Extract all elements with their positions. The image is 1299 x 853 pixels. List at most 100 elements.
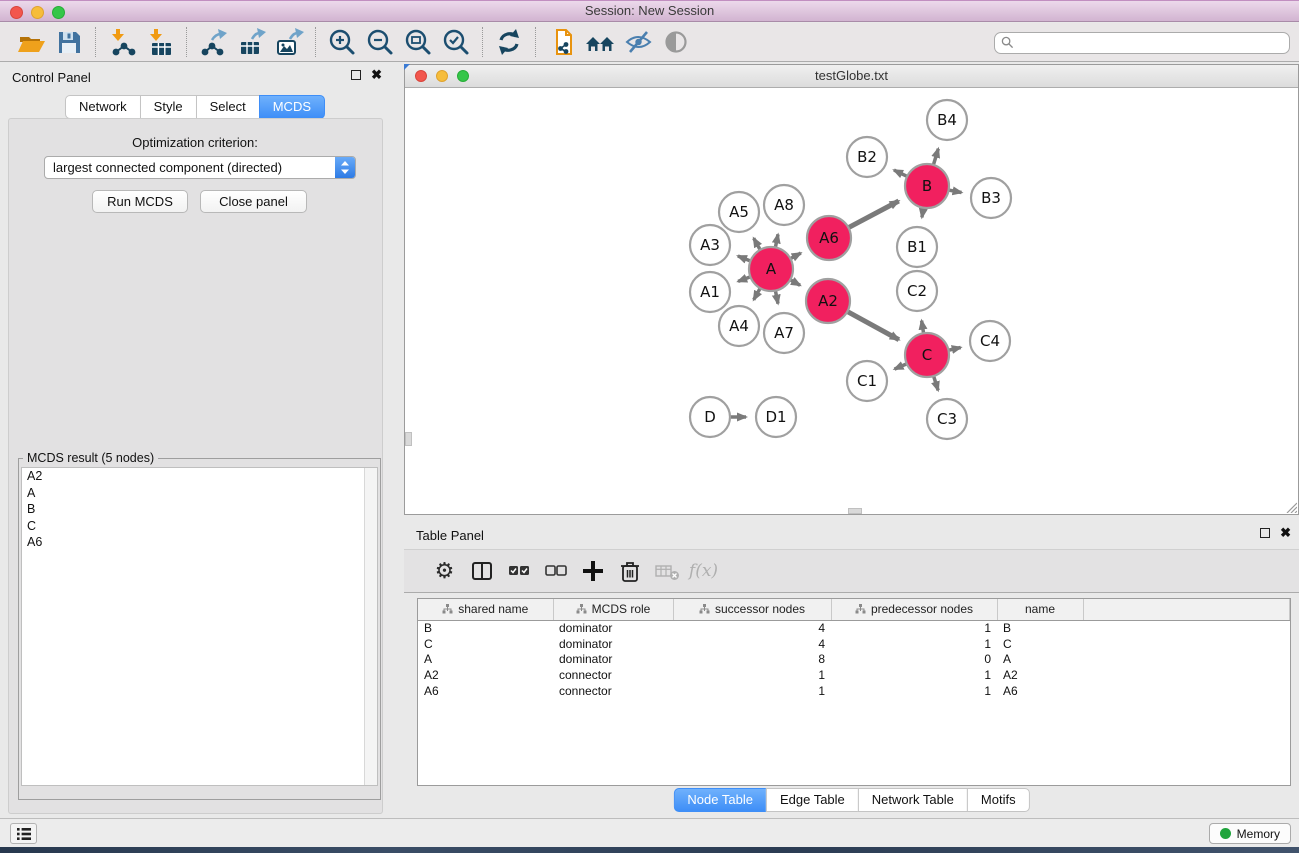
save-session-button[interactable] bbox=[50, 25, 88, 59]
cell-name[interactable]: A2 bbox=[997, 667, 1083, 683]
cell-successor_nodes[interactable]: 8 bbox=[673, 651, 831, 667]
network-maximize-button[interactable] bbox=[457, 70, 469, 82]
tab-edge-table[interactable]: Edge Table bbox=[766, 788, 859, 812]
add-column-button[interactable] bbox=[574, 554, 611, 588]
cell-mcds_role[interactable]: connector bbox=[553, 667, 673, 683]
cell-shared_name[interactable]: B bbox=[418, 620, 553, 636]
tab-style[interactable]: Style bbox=[140, 95, 197, 119]
cell-mcds_role[interactable]: dominator bbox=[553, 636, 673, 652]
cell-name[interactable]: B bbox=[997, 620, 1083, 636]
mcds-result-list[interactable]: A2ABCA6 bbox=[21, 467, 378, 786]
cell-mcds_role[interactable]: dominator bbox=[553, 651, 673, 667]
network-close-button[interactable] bbox=[415, 70, 427, 82]
show-eye-button[interactable] bbox=[657, 25, 695, 59]
tab-motifs[interactable]: Motifs bbox=[967, 788, 1030, 812]
cell-successor_nodes[interactable]: 4 bbox=[673, 620, 831, 636]
result-list-scrollbar[interactable] bbox=[364, 468, 377, 785]
column-header-predecessor-nodes[interactable]: predecessor nodes bbox=[831, 599, 997, 620]
cell-successor_nodes[interactable]: 1 bbox=[673, 667, 831, 683]
search-input[interactable] bbox=[994, 32, 1290, 54]
mcds-result-item[interactable]: C bbox=[22, 518, 377, 535]
table-row[interactable]: Adominator80A bbox=[418, 651, 1290, 667]
network-minimize-button[interactable] bbox=[436, 70, 448, 82]
select-all-button[interactable] bbox=[500, 554, 537, 588]
column-layout-button[interactable] bbox=[463, 554, 500, 588]
run-mcds-button[interactable]: Run MCDS bbox=[92, 190, 188, 213]
home-button[interactable] bbox=[581, 25, 619, 59]
minimize-window-button[interactable] bbox=[31, 6, 44, 19]
cell-empty bbox=[1083, 667, 1290, 683]
close-window-button[interactable] bbox=[10, 6, 23, 19]
zoom-out-button[interactable] bbox=[361, 25, 399, 59]
resize-grip[interactable] bbox=[1283, 499, 1297, 513]
optimization-criterion-select[interactable]: largest connected component (directed) bbox=[44, 156, 356, 179]
hide-glasses-button[interactable] bbox=[619, 25, 657, 59]
task-history-button[interactable] bbox=[10, 823, 37, 844]
cell-shared_name[interactable]: A6 bbox=[418, 683, 553, 699]
float-panel-icon[interactable] bbox=[1260, 528, 1270, 538]
cell-name[interactable]: A bbox=[997, 651, 1083, 667]
cell-mcds_role[interactable]: dominator bbox=[553, 620, 673, 636]
close-panel-icon[interactable]: ✖ bbox=[1280, 528, 1291, 538]
cell-shared_name[interactable]: A bbox=[418, 651, 553, 667]
table-settings-button[interactable]: ⚙ bbox=[426, 554, 463, 588]
zoom-selected-button[interactable] bbox=[437, 25, 475, 59]
cell-predecessor_nodes[interactable]: 1 bbox=[831, 620, 997, 636]
vertical-scrollbar-thumb[interactable] bbox=[405, 432, 412, 446]
table-row[interactable]: Bdominator41B bbox=[418, 620, 1290, 636]
function-builder-button[interactable]: f(x) bbox=[685, 554, 722, 588]
column-header-name[interactable]: name bbox=[997, 599, 1083, 620]
table-panel-tabs: Node TableEdge TableNetwork TableMotifs bbox=[673, 788, 1029, 812]
mcds-result-item[interactable]: A2 bbox=[22, 468, 377, 485]
cell-shared_name[interactable]: A2 bbox=[418, 667, 553, 683]
import-table-button[interactable] bbox=[141, 25, 179, 59]
close-panel-button[interactable]: Close panel bbox=[200, 190, 307, 213]
tab-mcds[interactable]: MCDS bbox=[259, 95, 325, 119]
maximize-window-button[interactable] bbox=[52, 6, 65, 19]
cell-predecessor_nodes[interactable]: 1 bbox=[831, 683, 997, 699]
open-session-button[interactable] bbox=[12, 25, 50, 59]
mcds-result-item[interactable]: B bbox=[22, 501, 377, 518]
zoom-fit-button[interactable] bbox=[399, 25, 437, 59]
duplicate-network-button[interactable] bbox=[543, 25, 581, 59]
mcds-result-item[interactable]: A6 bbox=[22, 534, 377, 551]
zoom-in-button[interactable] bbox=[323, 25, 361, 59]
graph-edge-A2-C[interactable] bbox=[846, 311, 899, 340]
column-header-successor-nodes[interactable]: successor nodes bbox=[673, 599, 831, 620]
cell-name[interactable]: A6 bbox=[997, 683, 1083, 699]
cell-successor_nodes[interactable]: 4 bbox=[673, 636, 831, 652]
deselect-all-button[interactable] bbox=[537, 554, 574, 588]
tab-select[interactable]: Select bbox=[196, 95, 260, 119]
delete-table-button[interactable] bbox=[648, 554, 685, 588]
column-header-shared-name[interactable]: shared name bbox=[418, 599, 553, 620]
import-network-button[interactable] bbox=[103, 25, 141, 59]
refresh-button[interactable] bbox=[490, 25, 528, 59]
export-table-button[interactable] bbox=[232, 25, 270, 59]
float-panel-icon[interactable] bbox=[351, 70, 361, 80]
horizontal-scrollbar-thumb[interactable] bbox=[848, 508, 862, 514]
close-panel-icon[interactable]: ✖ bbox=[371, 70, 382, 80]
table-row[interactable]: A6connector11A6 bbox=[418, 683, 1290, 699]
cell-predecessor_nodes[interactable]: 1 bbox=[831, 636, 997, 652]
cell-predecessor_nodes[interactable]: 0 bbox=[831, 651, 997, 667]
cell-successor_nodes[interactable]: 1 bbox=[673, 683, 831, 699]
export-network-button[interactable] bbox=[194, 25, 232, 59]
export-image-button[interactable] bbox=[270, 25, 308, 59]
network-canvas[interactable]: B4B2BB3A5A8A6B1A3AA1C2A2A4A7C4CC1DD1C3 bbox=[405, 88, 1298, 514]
tab-network[interactable]: Network bbox=[65, 95, 141, 119]
cell-mcds_role[interactable]: connector bbox=[553, 683, 673, 699]
cell-name[interactable]: C bbox=[997, 636, 1083, 652]
column-layout-icon bbox=[469, 558, 495, 584]
cell-predecessor_nodes[interactable]: 1 bbox=[831, 667, 997, 683]
mcds-result-item[interactable]: A bbox=[22, 485, 377, 502]
graph-edge-A6-B[interactable] bbox=[847, 201, 899, 229]
tab-node-table[interactable]: Node Table bbox=[673, 788, 767, 812]
duplicate-network-icon bbox=[547, 27, 577, 57]
table-row[interactable]: Cdominator41C bbox=[418, 636, 1290, 652]
memory-button[interactable]: Memory bbox=[1209, 823, 1291, 844]
cell-shared_name[interactable]: C bbox=[418, 636, 553, 652]
table-row[interactable]: A2connector11A2 bbox=[418, 667, 1290, 683]
column-header-MCDS-role[interactable]: MCDS role bbox=[553, 599, 673, 620]
delete-button[interactable] bbox=[611, 554, 648, 588]
tab-network-table[interactable]: Network Table bbox=[858, 788, 968, 812]
